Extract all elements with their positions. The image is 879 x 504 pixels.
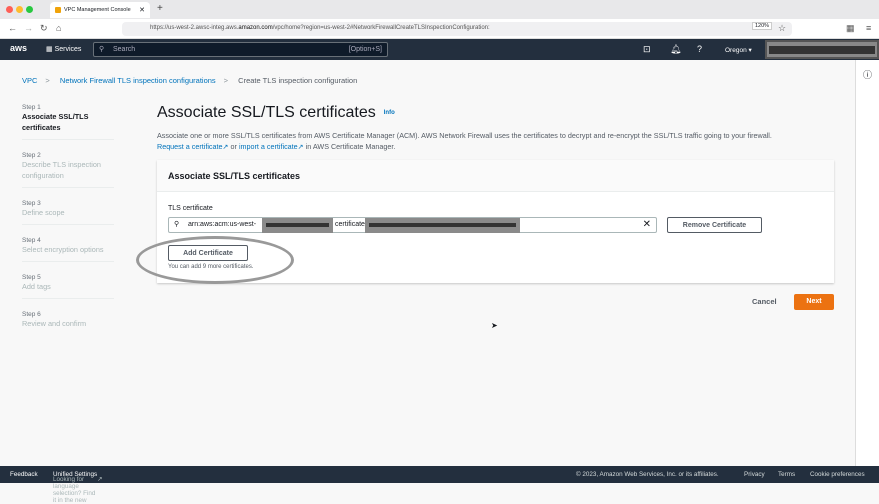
privacy-link[interactable]: Privacy: [744, 471, 765, 478]
language-hint: Looking for language selection? Find it …: [53, 471, 103, 504]
step-6: Step 6 Review and confirm: [22, 311, 87, 328]
services-menu[interactable]: ▦ Services: [46, 45, 81, 53]
tls-certificate-input[interactable]: ⚲ arn:aws:acm:us-west- certificate/7 ✕: [168, 217, 657, 233]
help-panel-rail: ⓘ: [855, 60, 879, 466]
search-icon: ⚲: [174, 221, 180, 228]
step-3: Step 3 Define scope: [22, 200, 114, 225]
page-title: Associate SSL/TLS certificates Info: [157, 104, 395, 121]
forward-icon[interactable]: →: [24, 23, 33, 33]
highlight-annotation-ring: [136, 236, 294, 284]
request-certificate-link[interactable]: Request a certificate: [157, 142, 223, 151]
import-certificate-link[interactable]: import a certificate: [239, 142, 298, 151]
breadcrumb-tls-configs[interactable]: Network Firewall TLS inspection configur…: [60, 76, 216, 85]
info-icon[interactable]: ⓘ: [863, 68, 872, 81]
grid-icon: ▦: [46, 46, 55, 53]
page-description: Associate one or more SSL/TLS certificat…: [157, 131, 772, 151]
notifications-bell-icon[interactable]: 🔔︎: [670, 44, 681, 55]
panel-title: Associate SSL/TLS certificates: [157, 160, 834, 192]
new-tab-button[interactable]: +: [157, 3, 163, 14]
home-icon[interactable]: ⌂: [56, 23, 61, 33]
step-5: Step 5 Add tags: [22, 274, 114, 299]
wizard-steps: Step 1 Associate SSL/TLS certificates Ste…: [22, 104, 114, 347]
feedback-link[interactable]: Feedback: [10, 471, 38, 478]
step-2: Step 2 Describe TLS inspection configurat…: [22, 152, 114, 188]
aws-top-nav: aws ▦ Services ⚲ Search [Option+S] ⊡ 🔔︎ ? …: [0, 39, 879, 60]
back-icon[interactable]: ←: [8, 23, 17, 33]
region-selector[interactable]: Oregon ▾: [725, 46, 752, 54]
external-link-icon: ↗: [97, 476, 103, 483]
breadcrumb-current: Create TLS inspection configuration: [238, 76, 358, 85]
bookmark-star-icon[interactable]: ☆: [778, 23, 786, 34]
tls-certificate-label: TLS certificate: [168, 205, 213, 212]
tab-title: VPC Management Console: [64, 7, 131, 13]
browser-tab[interactable]: VPC Management Console ✕: [50, 2, 150, 18]
footer: Feedback Looking for language selection?…: [0, 466, 879, 504]
zoom-level[interactable]: 120%: [752, 22, 773, 30]
help-icon[interactable]: ?: [697, 44, 702, 54]
cloudshell-icon[interactable]: ⊡: [643, 44, 651, 55]
aws-logo[interactable]: aws: [10, 43, 27, 53]
cancel-button[interactable]: Cancel: [752, 297, 777, 306]
close-tab-icon[interactable]: ✕: [139, 6, 145, 14]
extension-icon[interactable]: ▦: [846, 23, 855, 34]
menu-icon[interactable]: ≡: [866, 23, 871, 33]
clear-icon[interactable]: ✕: [643, 219, 651, 230]
terms-link[interactable]: Terms: [778, 471, 795, 478]
search-input[interactable]: ⚲ Search [Option+S]: [93, 42, 388, 57]
url-field[interactable]: https://us-west-2.awsc-integ.aws.amazon.…: [122, 22, 792, 36]
step-1[interactable]: Step 1 Associate SSL/TLS certificates: [22, 104, 114, 140]
reload-icon[interactable]: ↻: [40, 23, 48, 34]
next-button[interactable]: Next: [794, 294, 834, 310]
copyright: © 2023, Amazon Web Services, Inc. or its…: [576, 471, 719, 478]
redacted-account-id: [262, 218, 333, 233]
favicon-icon: [55, 7, 61, 13]
step-4: Step 4 Select encryption options: [22, 237, 114, 262]
cookie-preferences-link[interactable]: Cookie preferences: [810, 471, 865, 478]
search-icon: ⚲: [99, 46, 105, 53]
address-bar: ← → ↻ ⌂ https://us-west-2.awsc-integ.aws…: [0, 19, 879, 39]
info-link[interactable]: Info: [384, 110, 395, 116]
remove-certificate-button[interactable]: Remove Certificate: [667, 217, 762, 233]
redacted-certificate-id: [365, 218, 520, 233]
browser-tab-bar: VPC Management Console ✕ +: [0, 0, 879, 19]
account-menu-redacted[interactable]: [765, 40, 879, 59]
breadcrumb: VPC > Network Firewall TLS inspection con…: [22, 76, 358, 85]
breadcrumb-vpc[interactable]: VPC: [22, 76, 37, 85]
mouse-cursor-icon: ➤: [491, 321, 498, 330]
